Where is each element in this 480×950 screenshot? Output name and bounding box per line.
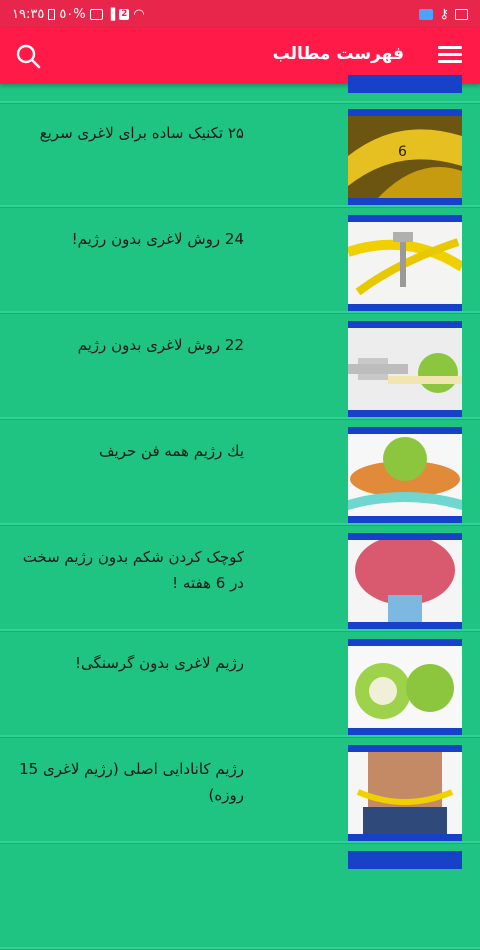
article-thumbnail bbox=[348, 639, 462, 735]
article-thumbnail bbox=[348, 745, 462, 841]
article-thumbnail bbox=[348, 75, 462, 93]
article-thumbnail bbox=[348, 321, 462, 417]
list-item[interactable]: رژیم کانادایی اصلی (رژیم لاغری 15 روزه) bbox=[0, 740, 480, 844]
list-item[interactable]: 24 روش لاغری بدون رژیم! bbox=[0, 210, 480, 314]
article-thumbnail: 6 bbox=[348, 109, 462, 205]
list-item[interactable]: 22 روش لاغری بدون رژیم bbox=[0, 316, 480, 420]
list-item-partial[interactable] bbox=[0, 0, 480, 104]
article-thumbnail bbox=[348, 533, 462, 629]
list-item[interactable]: یك رژیم همه فن حریف bbox=[0, 422, 480, 526]
article-thumbnail bbox=[348, 427, 462, 523]
svg-text:6: 6 bbox=[398, 144, 407, 160]
article-title: یك رژیم همه فن حریف bbox=[99, 442, 244, 460]
article-title: رژیم کانادایی اصلی (رژیم لاغری 15 روزه) bbox=[19, 760, 244, 804]
article-title: کوچک کردن شکم بدون رژیم سخت در 6 هفته ! bbox=[22, 548, 244, 592]
list-item[interactable]: رژیم لاغری بدون گرسنگی! bbox=[0, 634, 480, 738]
article-title: 22 روش لاغری بدون رژیم bbox=[77, 336, 244, 354]
list-item[interactable]: کوچک کردن شکم بدون رژیم سخت در 6 هفته ! bbox=[0, 528, 480, 632]
list-item-partial[interactable] bbox=[0, 846, 480, 950]
article-thumbnail bbox=[346, 215, 465, 311]
article-title: ۲۵ تکنیک ساده برای لاغری سریع bbox=[39, 124, 244, 142]
article-thumbnail bbox=[348, 851, 462, 869]
article-title: رژیم لاغری بدون گرسنگی! bbox=[75, 654, 244, 672]
article-title: 24 روش لاغری بدون رژیم! bbox=[71, 230, 244, 248]
list-item[interactable]: 6 ۲۵ تکنیک ساده برای لاغری سریع bbox=[0, 104, 480, 208]
